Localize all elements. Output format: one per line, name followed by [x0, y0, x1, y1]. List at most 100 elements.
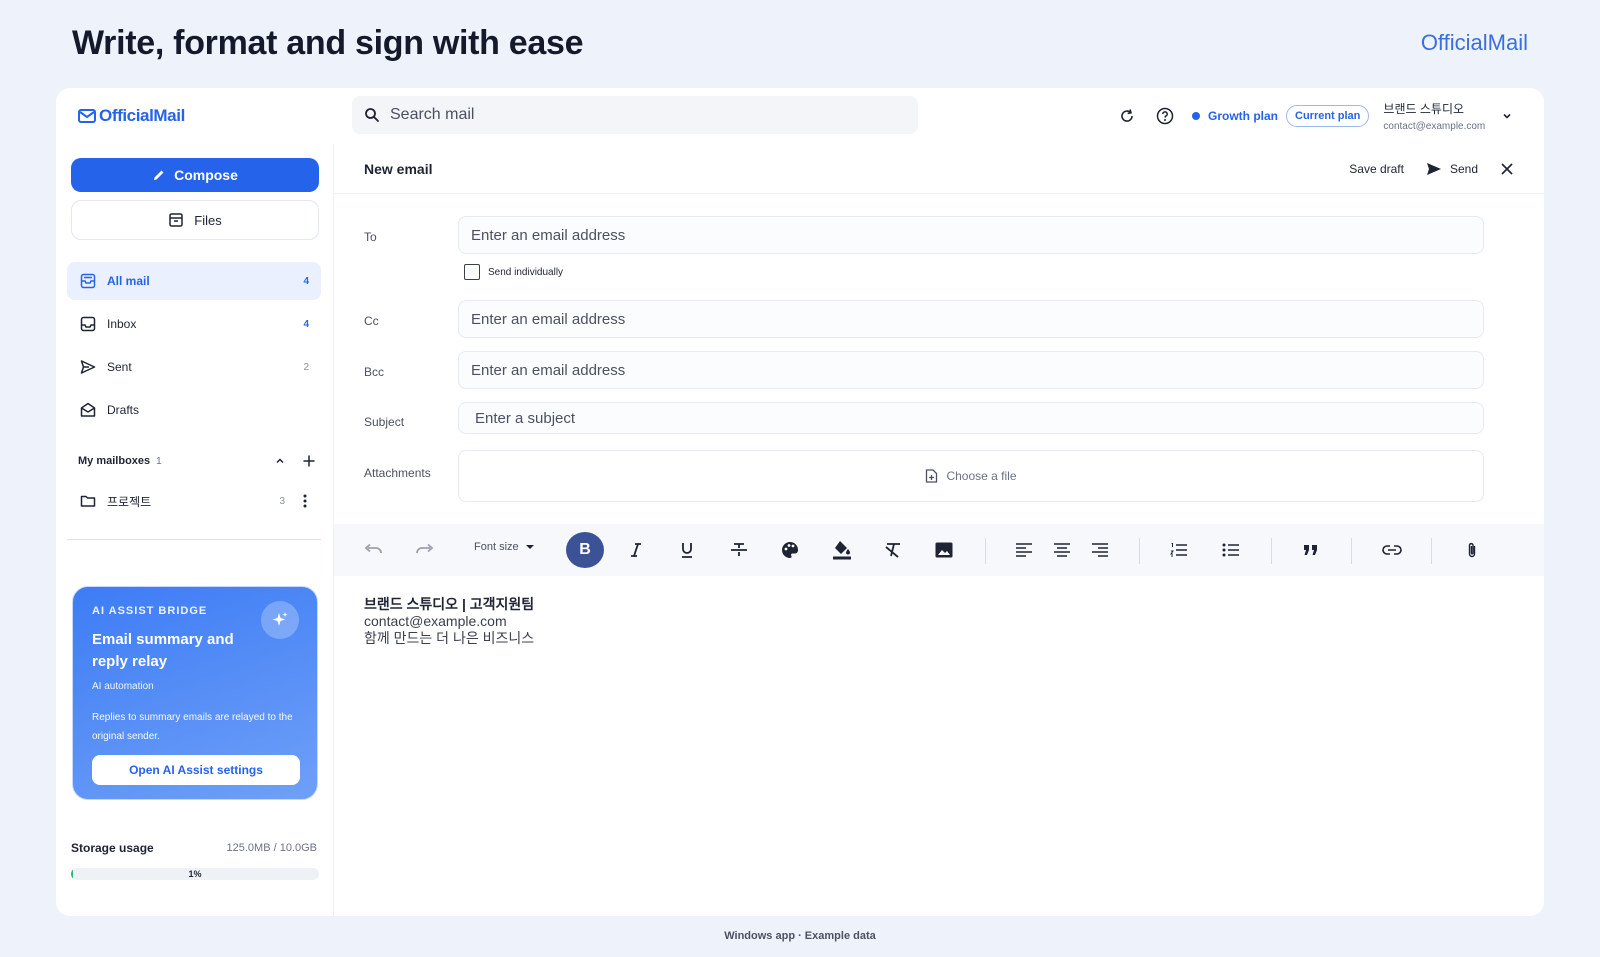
close-icon[interactable] — [1500, 162, 1514, 176]
bcc-label: Bcc — [364, 365, 385, 379]
sidebar-item-drafts[interactable]: Drafts — [67, 391, 321, 429]
app-logo[interactable]: OfficialMail — [78, 106, 185, 126]
search-icon — [365, 108, 379, 122]
sparkle-icon — [261, 601, 299, 639]
mailbox-item-project[interactable]: 프로젝트 3 — [67, 482, 321, 520]
compose-title: New email — [364, 160, 433, 177]
signature-line: 브랜드 스튜디오 | 고객지원팀 — [364, 596, 535, 612]
chevron-up-icon[interactable] — [274, 455, 286, 467]
toolbar-separator — [1271, 538, 1272, 564]
inbox-icon — [79, 315, 97, 333]
subject-label: Subject — [364, 415, 405, 429]
to-input[interactable] — [458, 216, 1484, 254]
compose-pane: New email Save draft Send To Send indivi… — [334, 144, 1544, 916]
mailbox-count: 3 — [279, 495, 285, 507]
ordered-list-icon[interactable] — [1166, 537, 1192, 563]
toolbar-separator — [1431, 538, 1432, 564]
attach-icon[interactable] — [1459, 537, 1485, 563]
my-mailboxes-header: My mailboxes 1 — [78, 452, 318, 470]
sidebar-item-sent[interactable]: Sent 2 — [67, 348, 321, 386]
send-label: Send — [1449, 161, 1478, 176]
help-icon[interactable] — [1154, 105, 1176, 127]
app-window: OfficialMail Growth plan Current plan 브랜… — [56, 88, 1544, 916]
align-center-icon[interactable] — [1049, 537, 1075, 563]
sidebar-item-label: Inbox — [107, 317, 137, 331]
attachment-dropzone[interactable]: Choose a file — [458, 450, 1484, 502]
folder-icon — [79, 492, 97, 510]
image-icon[interactable] — [931, 537, 957, 563]
item-count: 2 — [303, 361, 309, 373]
send-individually-label: Send individually — [488, 266, 564, 278]
storage-value: 125.0MB / 10.0GB — [226, 842, 318, 854]
redo-icon[interactable] — [412, 537, 438, 563]
my-mailboxes-label: My mailboxes — [78, 455, 151, 467]
sidebar-item-label: All mail — [107, 274, 150, 288]
choose-file-label: Choose a file — [946, 469, 1017, 483]
sidebar-item-inbox[interactable]: Inbox 4 — [67, 305, 321, 343]
align-right-icon[interactable] — [1087, 537, 1113, 563]
send-icon — [79, 358, 97, 376]
ai-card-subtitle: AI automation — [92, 681, 154, 692]
bullet-list-icon[interactable] — [1218, 537, 1244, 563]
send-individually-checkbox[interactable]: Send individually — [464, 264, 563, 280]
subject-input[interactable] — [458, 402, 1484, 434]
archive-icon — [169, 213, 184, 227]
compose-label: Compose — [174, 167, 238, 183]
storage-progress-bar: 1% — [71, 868, 319, 880]
cc-input[interactable] — [458, 300, 1484, 338]
my-mailboxes-count: 1 — [156, 455, 162, 467]
sidebar: Compose Files All mail 4 Inbox 4 Sent 2 … — [56, 144, 334, 916]
more-vertical-icon[interactable] — [303, 494, 307, 508]
font-size-dropdown[interactable]: Font size — [474, 541, 535, 553]
ai-card-title: Email summary and reply relay — [92, 631, 234, 670]
email-body[interactable]: 브랜드 스튜디오 | 고객지원팀 contact@example.com 함께 … — [364, 596, 534, 647]
compose-header: New email Save draft Send — [334, 144, 1544, 194]
hero-title: Write, format and sign with ease — [72, 24, 584, 62]
plan-label[interactable]: Growth plan — [1208, 109, 1278, 123]
bold-button[interactable]: B — [566, 532, 604, 568]
chevron-down-icon[interactable] — [1501, 110, 1513, 122]
current-plan-badge: Current plan — [1286, 105, 1370, 127]
ai-card-description: Replies to summary emails are relayed to… — [92, 712, 293, 742]
files-button[interactable]: Files — [71, 200, 319, 240]
to-label: To — [364, 230, 377, 244]
toolbar-separator — [1139, 538, 1140, 564]
send-button[interactable]: Send — [1426, 162, 1478, 176]
add-mailbox-icon[interactable] — [302, 454, 316, 468]
quote-icon[interactable] — [1298, 537, 1324, 563]
signature-line: contact@example.com — [364, 613, 507, 629]
file-add-icon — [926, 469, 938, 483]
link-icon[interactable] — [1379, 537, 1405, 563]
text-color-icon[interactable] — [777, 537, 803, 563]
compose-actions: Save draft Send — [1349, 162, 1514, 176]
sidebar-item-all-mail[interactable]: All mail 4 — [67, 262, 321, 300]
bcc-input[interactable] — [458, 351, 1484, 389]
search-bar[interactable] — [352, 96, 918, 134]
search-input[interactable] — [390, 106, 870, 124]
ai-assist-card: AI ASSIST BRIDGE Email summary and reply… — [72, 586, 318, 800]
italic-icon[interactable] — [623, 537, 649, 563]
send-icon — [1426, 162, 1441, 175]
compose-button[interactable]: Compose — [71, 158, 319, 192]
highlight-color-icon[interactable] — [829, 537, 855, 563]
mailbox-label: 프로젝트 — [107, 494, 152, 509]
footer-note: Windows app · Example data — [724, 930, 876, 942]
clear-format-icon[interactable] — [880, 537, 906, 563]
sidebar-item-label: Drafts — [107, 403, 140, 417]
align-left-icon[interactable] — [1011, 537, 1037, 563]
plan-status-dot — [1192, 112, 1200, 120]
pencil-icon — [154, 170, 164, 180]
save-draft-button[interactable]: Save draft — [1349, 162, 1404, 176]
caret-down-icon — [525, 545, 534, 549]
user-account[interactable]: 브랜드 스튜디오 contact@example.com — [1383, 100, 1485, 132]
strikethrough-icon[interactable] — [726, 537, 752, 563]
refresh-icon[interactable] — [1116, 105, 1138, 127]
user-email: contact@example.com — [1383, 121, 1486, 132]
storage-percent: 1% — [188, 869, 202, 879]
undo-icon[interactable] — [360, 537, 386, 563]
underline-icon[interactable] — [674, 537, 700, 563]
checkbox[interactable] — [464, 264, 480, 280]
all-mail-icon — [79, 272, 97, 290]
hero-brand: OfficialMail — [1420, 30, 1528, 55]
open-ai-assist-settings-button[interactable]: Open AI Assist settings — [92, 755, 300, 785]
